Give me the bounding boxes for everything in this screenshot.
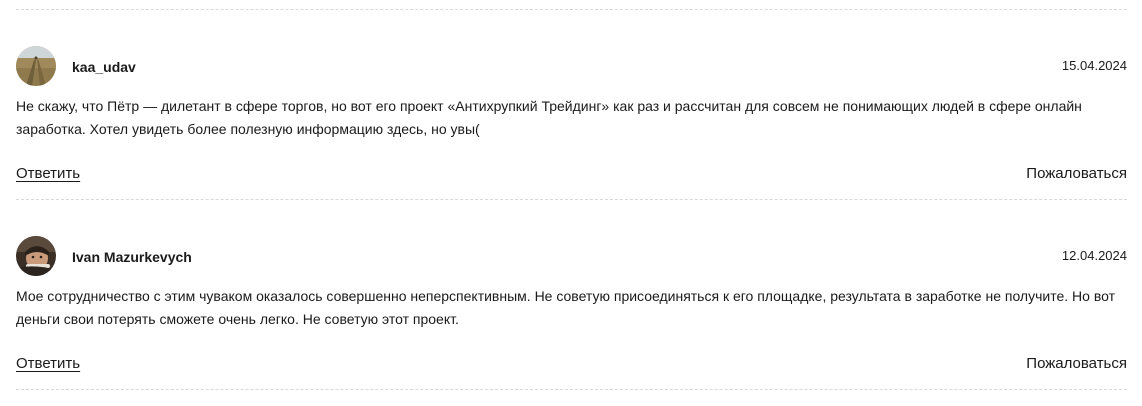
comment-text: Не скажу, что Пётр — дилетант в сфере то… [16, 98, 1082, 137]
divider [16, 199, 1127, 200]
avatar[interactable] [16, 46, 56, 86]
comment-author[interactable]: kaa_udav [72, 58, 136, 76]
avatar-landscape-image [16, 46, 56, 86]
comment-date: 12.04.2024 [1061, 248, 1127, 263]
comment-item: kaa_udav 15.04.2024 Не скажу, что Пётр —… [16, 46, 1127, 196]
comment-item: Ivan Mazurkevych 12.04.2024 Мое сотрудни… [16, 236, 1127, 386]
avatar[interactable] [16, 236, 56, 276]
comment-text: Мое сотрудничество с этим чуваком оказал… [16, 288, 1115, 327]
reply-button[interactable]: Ответить [16, 164, 80, 184]
report-button[interactable]: Пожаловаться [1026, 164, 1127, 184]
reply-button[interactable]: Ответить [16, 354, 80, 374]
comment-date: 15.04.2024 [1061, 58, 1127, 73]
avatar-person-image [16, 236, 56, 276]
report-button[interactable]: Пожаловаться [1026, 354, 1127, 374]
comment-author[interactable]: Ivan Mazurkevych [72, 248, 192, 266]
divider-bottom [16, 389, 1127, 390]
divider-top [16, 9, 1127, 10]
